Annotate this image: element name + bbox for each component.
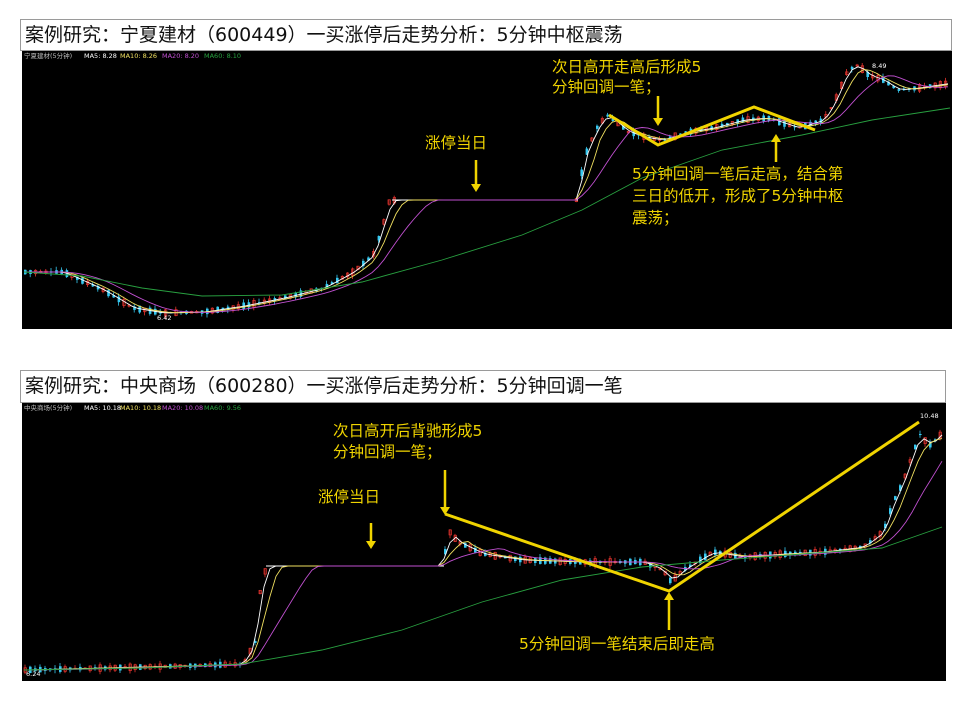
- header-ma10: MA10: 8.26: [120, 52, 157, 60]
- header-stock-name: 宁夏建材(5分钟): [24, 51, 72, 60]
- annotation-next-day-1: 次日高开后背驰形成5: [333, 422, 482, 440]
- annotation-limit-up-day: 涨停当日: [318, 488, 380, 506]
- arrow-head: [653, 118, 663, 126]
- candle: [596, 125, 599, 129]
- candlestick-chart-2: 中央商场(5分钟) MA5: 10.18MA10: 10.18 MA20: 10.0…: [23, 403, 943, 678]
- annotation-rally: 5分钟回调一笔结束后即走高: [519, 635, 715, 653]
- chart-panel-1: 宁夏建材(5分钟) MA5: 8.28 MA10: 8.26 MA20: 8.20 MA…: [22, 50, 952, 329]
- header-ma60: MA60: 8.10: [204, 52, 241, 60]
- annotation-pivot-2: 三日的低开，形成了5分钟中枢: [632, 187, 843, 205]
- annotation-pivot-1: 5分钟回调一笔后走高，结合第: [632, 165, 843, 183]
- arrow-head: [471, 184, 481, 192]
- stroke-zigzag: [444, 420, 920, 593]
- ma60-line: [23, 526, 943, 671]
- annotation-limit-up-day: 涨停当日: [425, 134, 487, 152]
- annotation-pivot-3: 震荡；: [632, 209, 679, 227]
- chart-title-2: 案例研究：中央商场（600280）一买涨停后走势分析：5分钟回调一笔: [20, 370, 946, 403]
- candle: [580, 169, 583, 177]
- header-stock-name: 中央商场(5分钟): [24, 403, 72, 412]
- chart-panel-2: 中央商场(5分钟) MA5: 10.18 MA10: 10.18 MA20: 10.0…: [22, 402, 946, 681]
- header-ma20: MA20: 8.20: [162, 52, 199, 60]
- header-ma10: MA10: 10.18: [120, 404, 161, 412]
- header-ma60: MA60: 9.56: [204, 404, 241, 412]
- price-high-label: 10.48: [920, 412, 939, 420]
- arrow-head: [664, 592, 674, 600]
- arrow-head: [366, 541, 376, 549]
- header-ma5: MA5: 10.18: [84, 404, 121, 412]
- annotation-next-day-2: 分钟回调一笔；: [552, 78, 661, 96]
- header-ma5: MA5: 8.28: [84, 52, 117, 60]
- arrow-head: [771, 134, 781, 142]
- annotation-next-day-2: 分钟回调一笔；: [333, 443, 442, 461]
- candle: [669, 577, 672, 584]
- header-ma20: MA20: 10.08: [162, 404, 203, 412]
- ma20-line: [23, 460, 943, 671]
- candlestick-chart-1: 宁夏建材(5分钟) MA5: 8.28 MA10: 8.26 MA20: 8.20 MA…: [23, 51, 951, 322]
- chart-title-1: 案例研究：宁夏建材（600449）一买涨停后走势分析：5分钟中枢震荡: [20, 19, 952, 51]
- candle: [919, 433, 922, 436]
- price-low-label: 6.42: [157, 314, 171, 322]
- price-low-label: 6.24: [26, 670, 40, 678]
- annotation-next-day-1: 次日高开走高后形成5: [552, 58, 701, 76]
- price-high-label: 8.49: [872, 62, 886, 70]
- candle: [714, 549, 717, 556]
- candle: [894, 496, 897, 500]
